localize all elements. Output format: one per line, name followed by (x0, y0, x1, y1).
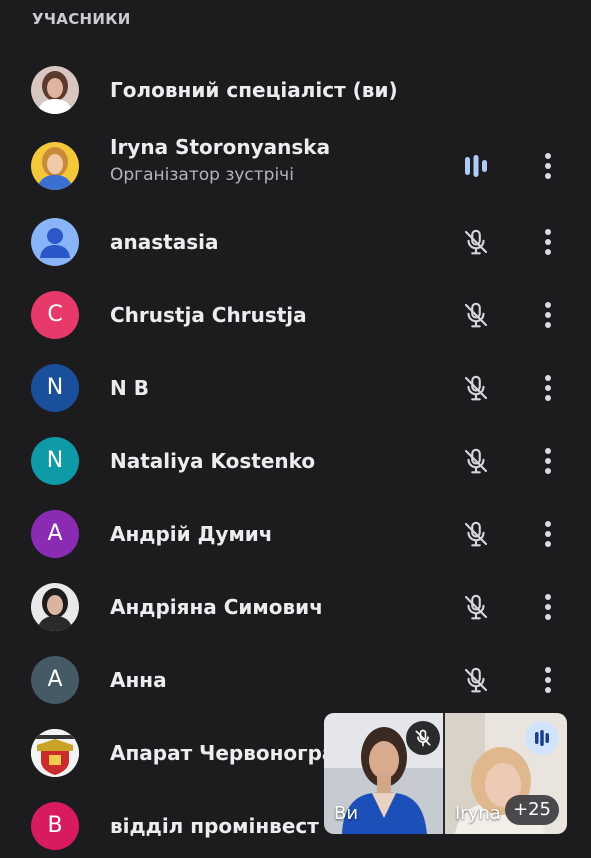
participant-name: N B (110, 375, 149, 400)
avatar-initial: C (31, 290, 79, 339)
self-tile-label: Ви (334, 803, 359, 824)
participant-name-block: Анна (110, 668, 167, 692)
participants-heading: УЧАСНИКИ (32, 10, 131, 28)
more-options-icon[interactable] (536, 226, 560, 258)
audio-level-icon (525, 721, 559, 755)
mic-off-icon (460, 299, 492, 331)
participant-name-block: Iryna Storonyanska Організатор зустрічі (110, 135, 330, 185)
audio-level-icon (460, 150, 492, 182)
mic-off-icon (460, 591, 492, 623)
participant-name: anastasia (110, 229, 219, 254)
more-options-icon[interactable] (536, 591, 560, 623)
other-video-tile[interactable]: Iryna +25 (445, 713, 567, 834)
avatar-initial: N (31, 436, 79, 485)
participant-row[interactable]: anastasia (0, 205, 591, 278)
avatar-letter: B (47, 813, 63, 838)
participant-row[interactable]: Андріяна Симович (0, 570, 591, 643)
participant-role: Організатор зустрічі (110, 164, 294, 185)
mic-off-icon (460, 226, 492, 258)
more-options-icon[interactable] (536, 372, 560, 404)
participant-row[interactable]: A Андрій Думич (0, 497, 591, 570)
avatar-letter: C (47, 302, 63, 327)
participant-name: Nataliya Kostenko (110, 448, 316, 473)
participant-row[interactable]: C Chrustja Chrustja (0, 278, 591, 351)
mic-off-icon (460, 445, 492, 477)
participant-name: Анна (110, 667, 167, 692)
user-photo (31, 582, 79, 631)
self-video-tile[interactable]: Ви (324, 713, 443, 834)
more-options-icon[interactable] (536, 664, 560, 696)
avatar-letter: N (46, 375, 64, 400)
other-tile-label: Iryna (455, 803, 501, 824)
coat-of-arms-icon (31, 728, 79, 777)
more-options-icon[interactable] (536, 150, 560, 182)
mic-off-icon (406, 721, 440, 755)
participant-name: Андріяна Симович (110, 594, 323, 619)
participant-row[interactable]: A Анна (0, 643, 591, 716)
participant-name-block: anastasia (110, 230, 218, 254)
participant-row[interactable]: NN B (0, 351, 591, 424)
more-options-icon[interactable] (536, 518, 560, 550)
more-options-icon[interactable] (536, 299, 560, 331)
user-photo (31, 141, 79, 190)
participant-name-block: Chrustja Chrustja (110, 303, 307, 327)
picture-in-picture-preview[interactable]: Ви Iryna +25 (324, 713, 567, 834)
participant-name-block: відділ промінвест (110, 814, 319, 838)
more-options-icon[interactable] (536, 445, 560, 477)
avatar-letter: N (46, 448, 64, 473)
person-icon (31, 217, 79, 266)
participant-name-block: Андріяна Симович (110, 595, 323, 619)
participant-row[interactable]: N Nataliya Kostenko (0, 424, 591, 497)
avatar-initial: A (31, 509, 79, 558)
avatar-initial: B (31, 801, 79, 850)
participant-name-block: N B (110, 376, 149, 400)
avatar-initial: N (31, 363, 79, 412)
mic-off-icon (460, 372, 492, 404)
participant-name-block: Апарат Червоногра (110, 741, 335, 765)
participant-name: відділ промінвест (110, 813, 319, 838)
participant-name-block: Nataliya Kostenko (110, 449, 315, 473)
avatar-initial: A (31, 655, 79, 704)
participants-panel: УЧАСНИКИ Головний спеціаліст (ви) Iryna S… (0, 0, 591, 858)
participant-name: Chrustja Chrustja (110, 302, 307, 327)
participant-name: Андрій Думич (110, 521, 273, 546)
participant-name-block: Андрій Думич (110, 522, 273, 546)
mic-off-icon (460, 518, 492, 550)
more-participants-count[interactable]: +25 (505, 795, 559, 825)
mic-off-icon (460, 664, 492, 696)
avatar-letter: A (47, 521, 63, 546)
participant-name: Апарат Червоногра (110, 740, 336, 765)
participant-name-block: Головний спеціаліст (ви) (110, 78, 398, 102)
participant-row[interactable]: Головний спеціаліст (ви) (0, 53, 591, 126)
participant-name: Головний спеціаліст (ви) (110, 77, 398, 102)
participant-name: Iryna Storonyanska (110, 134, 331, 159)
participant-row[interactable]: Iryna Storonyanska Організатор зустрічі (0, 129, 591, 202)
user-photo (31, 65, 79, 114)
avatar-letter: A (47, 667, 63, 692)
